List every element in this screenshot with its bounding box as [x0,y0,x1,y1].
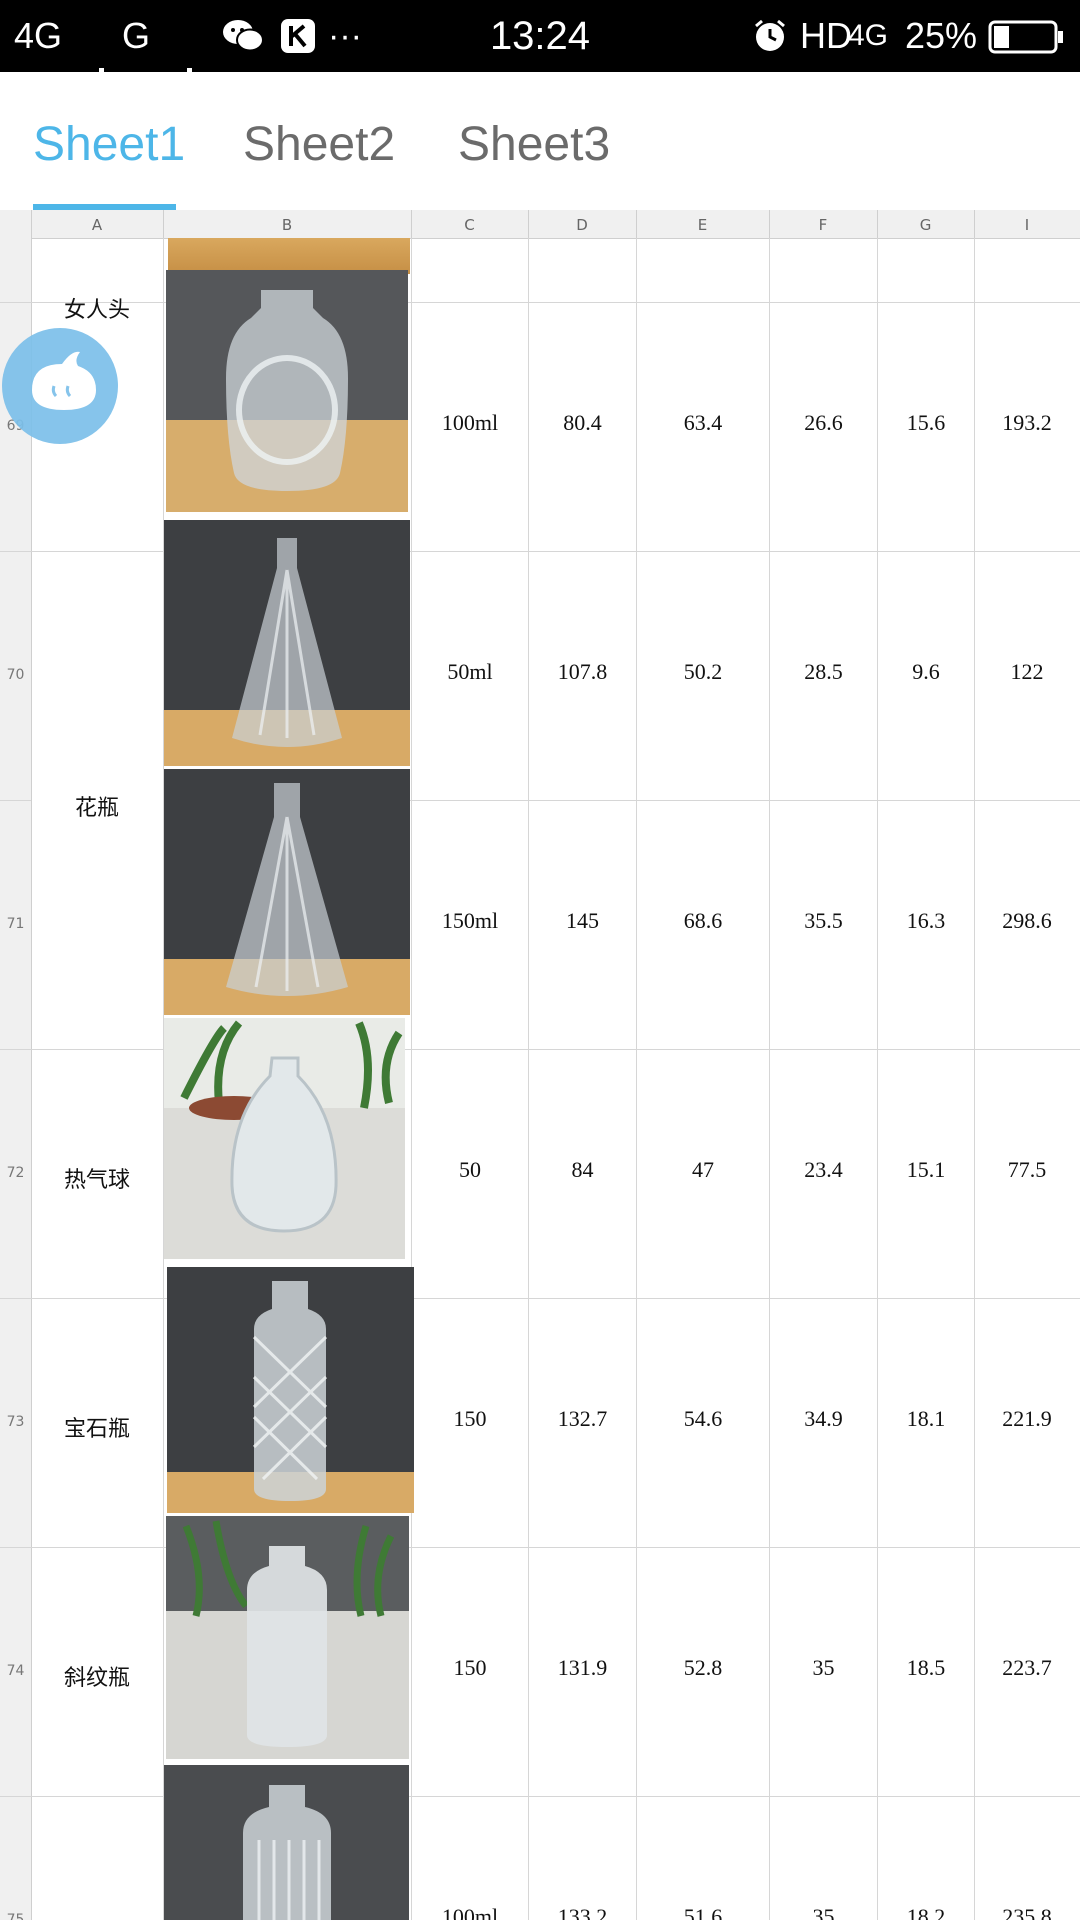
corner-cell[interactable] [0,210,32,238]
cell-g[interactable]: 9.6 [877,659,975,685]
product-photo[interactable] [164,769,410,1015]
cell-d[interactable]: 132.7 [528,1406,637,1432]
cell-g[interactable]: 15.6 [877,410,975,436]
cell-g[interactable]: 18.1 [877,1406,975,1432]
cell-g[interactable]: 18.5 [877,1655,975,1681]
grid-line [0,1298,1080,1299]
cell-e[interactable]: 68.6 [636,908,770,934]
product-photo[interactable] [167,1267,414,1513]
column-header-f[interactable]: F [769,210,878,238]
cell-e[interactable]: 52.8 [636,1655,770,1681]
column-header-b[interactable]: B [163,210,412,238]
cell-i[interactable]: 193.2 [974,410,1080,436]
alarm-icon [755,19,785,51]
grid-line [0,1547,1080,1548]
cell-f[interactable]: 23.4 [769,1157,878,1183]
cell-f[interactable]: 35.5 [769,908,878,934]
battery-icon [988,20,1063,54]
battery-percent: 25% [905,15,978,56]
hd-indicator: HD [800,15,852,56]
tab-sheet2[interactable]: Sheet2 [243,72,395,210]
cell-f[interactable]: 35 [769,1904,878,1920]
cell-d[interactable]: 131.9 [528,1655,637,1681]
sheet-tab-bar: Sheet1 Sheet2 Sheet3 [0,72,1080,211]
product-name[interactable]: 宝石瓶 [31,1411,163,1443]
cell-e[interactable]: 54.6 [636,1406,770,1432]
product-photo[interactable] [164,1765,409,1920]
cell-c[interactable]: 50 [411,1157,529,1183]
cell-i[interactable]: 221.9 [974,1406,1080,1432]
cell-f[interactable]: 28.5 [769,659,878,685]
cell-e[interactable]: 50.2 [636,659,770,685]
row-number[interactable]: 75 [0,1912,31,1920]
cell-g[interactable]: 16.3 [877,908,975,934]
cell-d[interactable]: 84 [528,1157,637,1183]
column-header-row: A B C D E F G I [0,210,1080,239]
grid-line [0,551,1080,552]
product-name[interactable]: 斜纹瓶 [31,1660,163,1692]
cell-e[interactable]: 51.6 [636,1904,770,1920]
cell-d[interactable]: 133.2 [528,1904,637,1920]
grid-line [0,800,31,801]
cell-e[interactable]: 63.4 [636,410,770,436]
cell-i[interactable]: 77.5 [974,1157,1080,1183]
status-bar: 4G G ··· 13:24 HD 4G 25% [0,0,1080,97]
cell-c[interactable]: 100ml [411,1904,529,1920]
cell-f[interactable]: 34.9 [769,1406,878,1432]
column-header-e[interactable]: E [636,210,770,238]
floating-assistant-button[interactable] [2,328,118,444]
cell-f[interactable]: 26.6 [769,410,878,436]
row-number[interactable]: 70 [0,667,31,683]
merged-product-name[interactable]: 花瓶 [31,790,163,822]
cell-c[interactable]: 150 [411,1655,529,1681]
column-header-d[interactable]: D [528,210,637,238]
product-name[interactable]: 女人头 [31,292,163,324]
column-header-a[interactable]: A [31,210,164,238]
cell-i[interactable]: 122 [974,659,1080,685]
tab-sheet1[interactable]: Sheet1 [33,72,185,210]
cell-d[interactable]: 107.8 [528,659,637,685]
row-number[interactable]: 72 [0,1165,31,1181]
cell-g[interactable]: 18.2 [877,1904,975,1920]
cell-d[interactable]: 80.4 [528,410,637,436]
cell-e[interactable]: 47 [636,1157,770,1183]
tab-sheet3[interactable]: Sheet3 [458,72,610,210]
cell-i[interactable]: 223.7 [974,1655,1080,1681]
chat-bubble-icon [32,351,96,410]
cell-d[interactable]: 145 [528,908,637,934]
cell-c[interactable]: 50ml [411,659,529,685]
row-number[interactable]: 74 [0,1663,31,1679]
cell-f[interactable]: 35 [769,1655,878,1681]
product-name[interactable]: 热气球 [31,1162,163,1194]
column-header-c[interactable]: C [411,210,529,238]
product-photo[interactable] [166,1516,409,1759]
product-photo[interactable] [164,1018,405,1259]
cell-c[interactable]: 100ml [411,410,529,436]
row-number[interactable]: 73 [0,1414,31,1430]
product-photo[interactable] [168,238,410,274]
spreadsheet-grid[interactable]: A B C D E F G I 69 女人头 100ml 80.4 63.4 2… [0,210,1080,1920]
grid-line [0,1796,1080,1797]
cell-g[interactable]: 15.1 [877,1157,975,1183]
grid-line [0,1049,1080,1050]
product-photo[interactable] [164,520,410,766]
column-header-i[interactable]: I [974,210,1080,238]
cell-i[interactable]: 235.8 [974,1904,1080,1920]
cell-c[interactable]: 150 [411,1406,529,1432]
network-indicator-right: 4G [848,19,889,52]
row-number[interactable]: 71 [0,916,31,932]
cell-i[interactable]: 298.6 [974,908,1080,934]
column-header-g[interactable]: G [877,210,975,238]
cell-c[interactable]: 150ml [411,908,529,934]
product-photo[interactable] [166,270,408,512]
